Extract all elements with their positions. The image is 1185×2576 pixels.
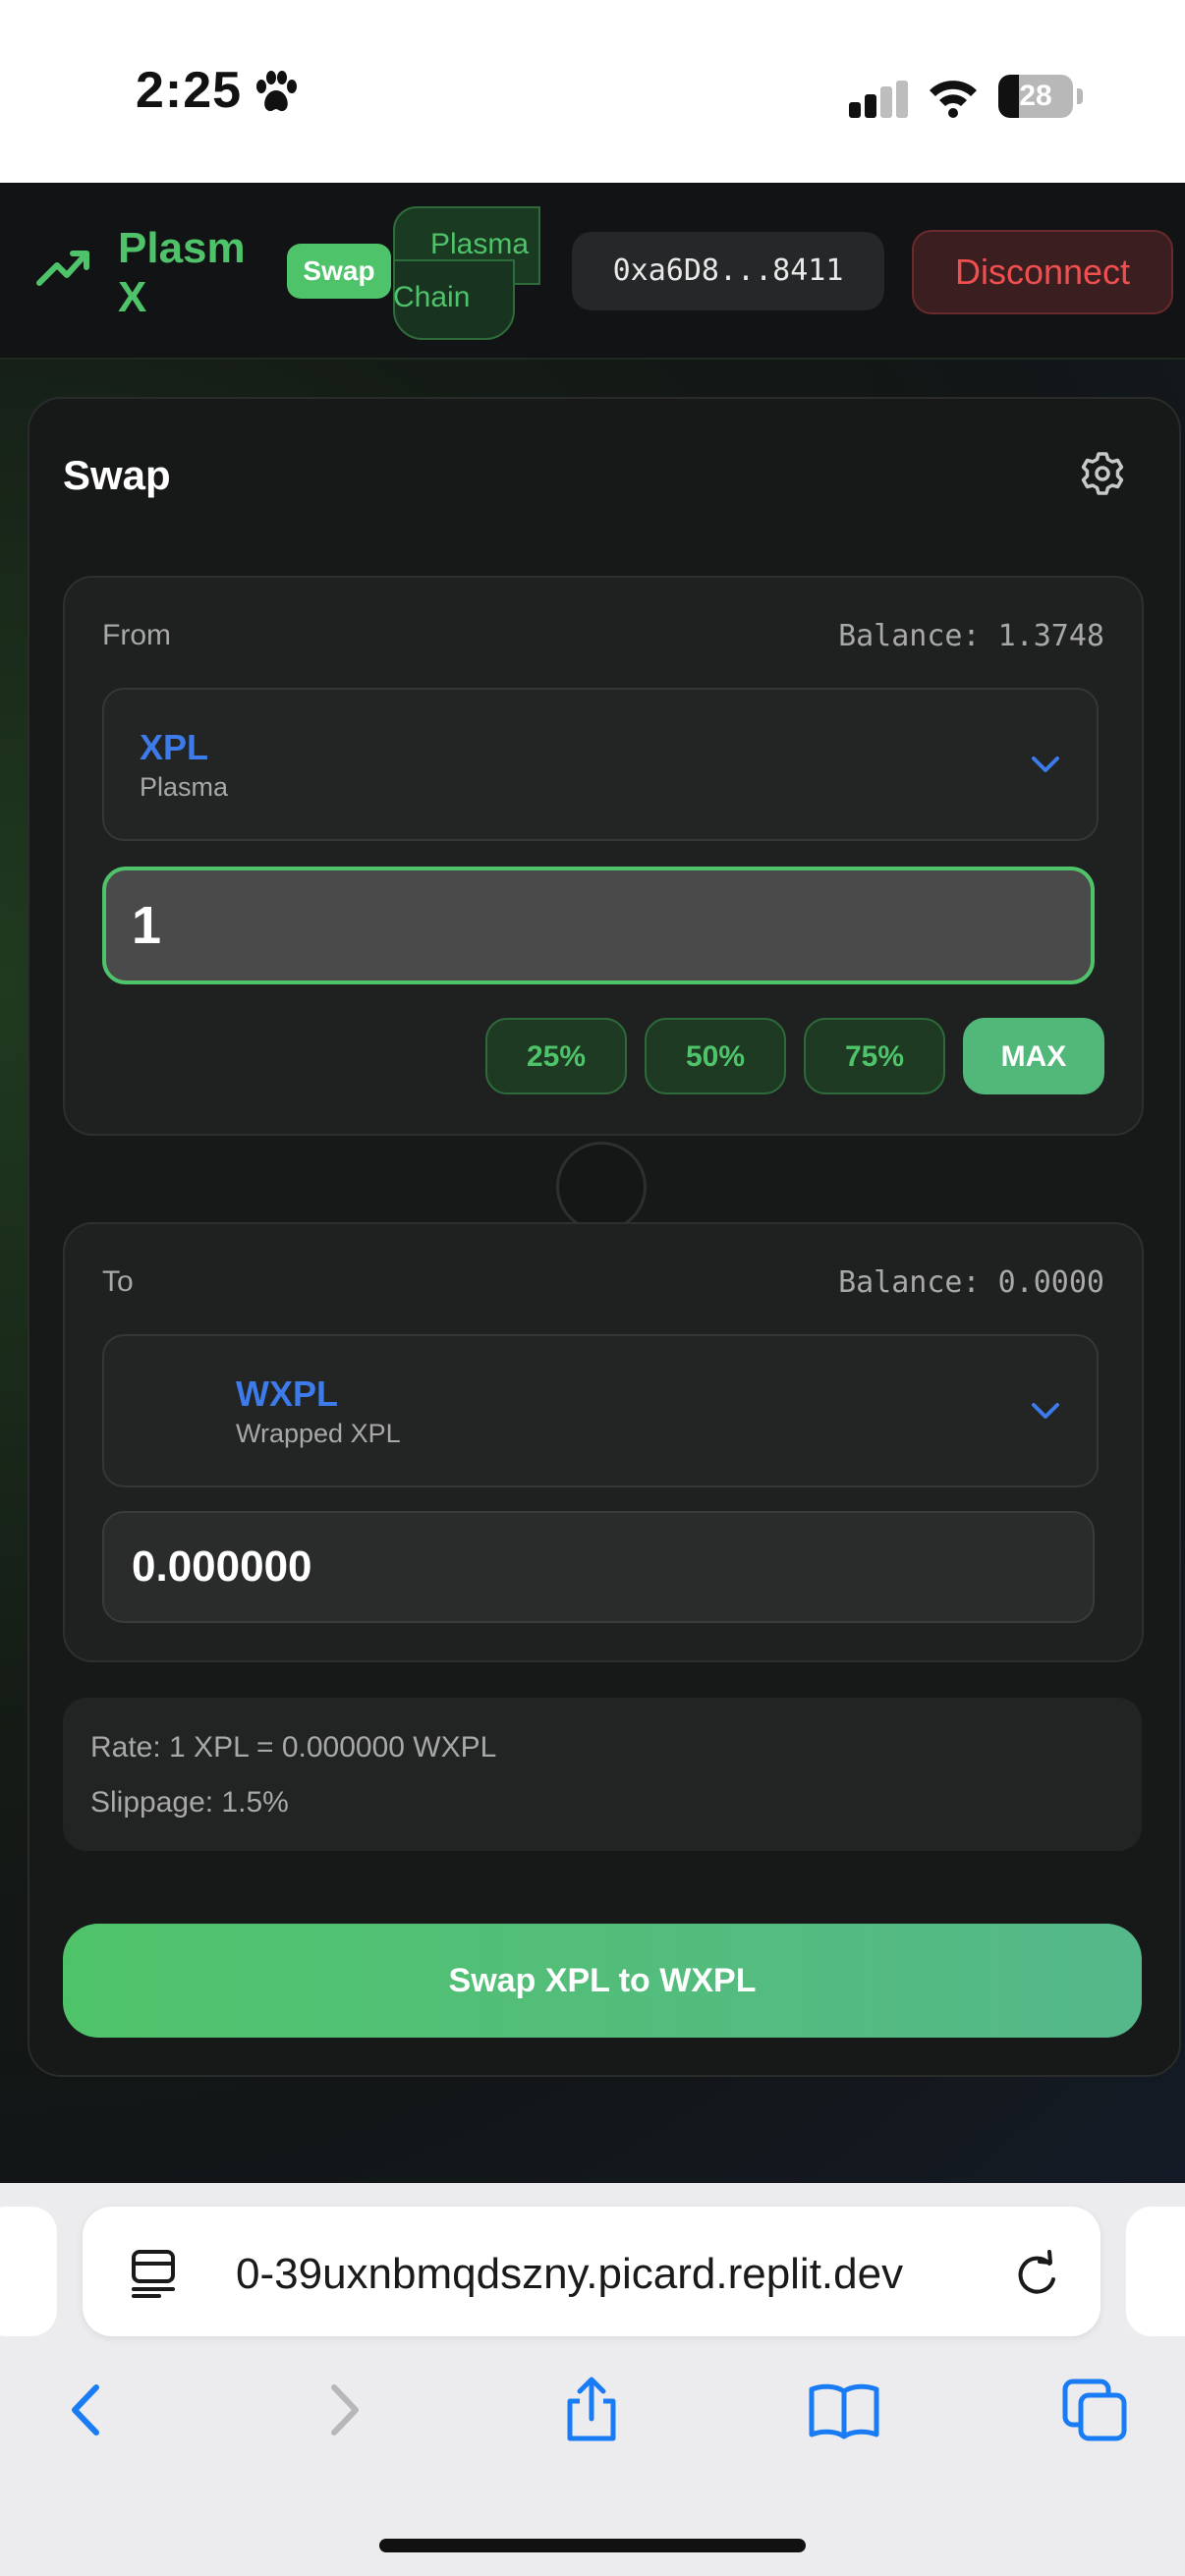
chevron-down-icon [1032, 756, 1059, 772]
slippage-text: Slippage: 1.5% [90, 1786, 289, 1819]
percent-50-button[interactable]: 50% [645, 1018, 786, 1094]
page-menu-icon[interactable] [130, 2248, 177, 2299]
paw-icon [256, 71, 297, 112]
url-text[interactable]: 0-39uxnbmqdszny.picard.replit.dev [236, 2250, 903, 2299]
percent-75-button[interactable]: 75% [804, 1018, 945, 1094]
from-amount-input[interactable]: 1 [102, 867, 1095, 984]
flip-direction-button[interactable] [556, 1142, 647, 1232]
rate-text: Rate: 1 XPL = 0.000000 WXPL [90, 1731, 497, 1764]
from-token-select[interactable] [102, 688, 1099, 841]
from-token-symbol: XPL [140, 727, 209, 767]
to-label: To [102, 1265, 134, 1298]
chain-label-line1[interactable]: Plasma [430, 228, 529, 261]
cellular-signal-icon [849, 81, 908, 118]
trending-up-icon [36, 251, 89, 286]
to-balance: Balance: 0.0000 [838, 1265, 1104, 1300]
chevron-down-icon [1032, 1403, 1059, 1419]
reload-icon[interactable] [1012, 2250, 1061, 2299]
to-token-symbol: WXPL [236, 1373, 338, 1414]
back-icon[interactable] [55, 2376, 118, 2444]
from-balance: Balance: 1.3748 [838, 619, 1104, 653]
wifi-icon [930, 81, 977, 118]
next-tab-peek[interactable] [1126, 2207, 1185, 2336]
max-button[interactable]: MAX [963, 1018, 1104, 1094]
from-token-name: Plasma [140, 772, 229, 802]
bookmarks-icon[interactable] [808, 2376, 880, 2444]
percent-25-button[interactable]: 25% [485, 1018, 627, 1094]
wallet-address[interactable]: 0xa6D8...8411 [572, 232, 884, 310]
nav-swap-tab[interactable]: Swap [287, 244, 391, 299]
forward-icon[interactable] [312, 2376, 375, 2444]
to-amount-output: 0.000000 [102, 1511, 1095, 1623]
from-label: From [102, 619, 171, 651]
battery-level: 28 [1019, 80, 1052, 112]
home-indicator [379, 2539, 806, 2552]
battery-icon: 28 [998, 75, 1083, 118]
card-title: Swap [63, 452, 171, 498]
status-time: 2:25 [136, 62, 243, 119]
brand-logo-text[interactable]: Plasm X [118, 224, 255, 322]
battery-tip [1077, 88, 1083, 104]
to-token-name: Wrapped XPL [236, 1419, 401, 1448]
settings-gear-icon[interactable] [1079, 450, 1126, 497]
share-icon[interactable] [560, 2376, 623, 2444]
swap-submit-button[interactable]: Swap XPL to WXPL [63, 1924, 1142, 2038]
previous-tab-peek[interactable] [0, 2207, 57, 2336]
disconnect-button[interactable]: Disconnect [912, 230, 1173, 314]
chain-label-line2[interactable]: Chain [393, 281, 470, 314]
tabs-icon[interactable] [1061, 2376, 1130, 2444]
swap-info-box [63, 1698, 1142, 1851]
